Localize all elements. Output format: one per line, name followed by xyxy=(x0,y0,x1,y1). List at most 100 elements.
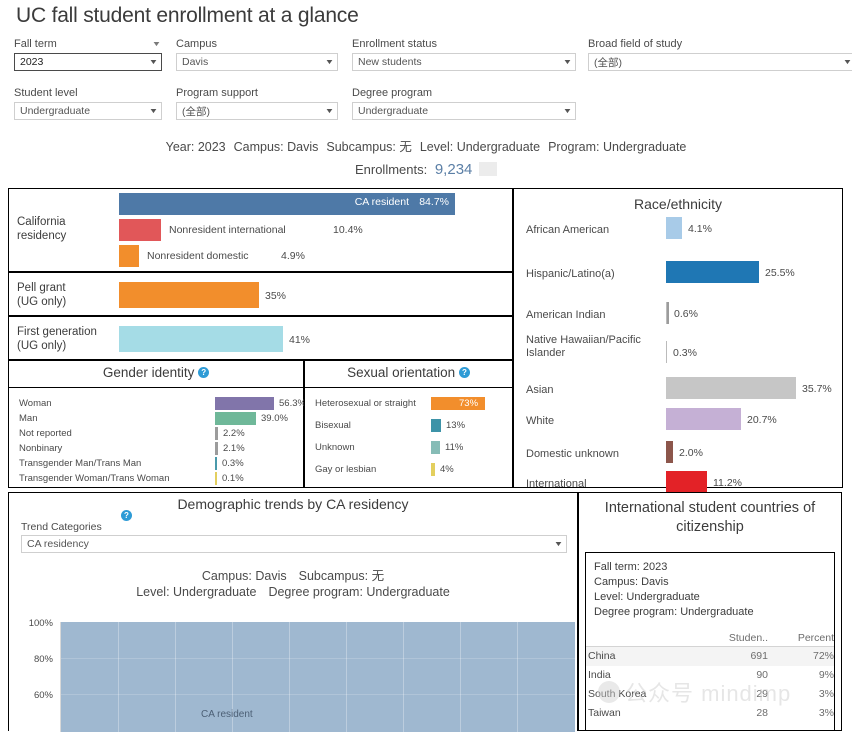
race-row-bar xyxy=(666,302,669,324)
race-row-value: 0.6% xyxy=(674,308,698,320)
cell-students: 29 xyxy=(696,685,768,704)
trends-subtitle-item: Subcampus: 无 xyxy=(299,569,384,583)
trend-categories-text: Trend Categories xyxy=(21,521,102,533)
filter-label: Fall term ▼ xyxy=(14,38,162,51)
list-item: Woman 56.3% xyxy=(9,396,303,411)
column-header-students: Studen.. xyxy=(696,632,768,644)
mini-row-label: Not reported xyxy=(19,426,72,441)
first-generation-panel: First generation(UG only) 41% xyxy=(8,316,513,360)
help-icon[interactable]: ? xyxy=(121,510,132,521)
first-generation-label: First generation(UG only) xyxy=(17,325,97,353)
mini-row-label: Transgender Man/Trans Man xyxy=(19,456,141,471)
gender-identity-header: Gender identity ? xyxy=(9,361,303,388)
filter-select[interactable]: (全部) ▼ xyxy=(176,102,338,120)
race-row-label: Domestic unknown xyxy=(526,448,619,461)
demographic-trends-panel: Demographic trends by CA residency Trend… xyxy=(8,492,578,731)
international-context-line: Level: Undergraduate xyxy=(594,590,834,605)
residency-bar-label: CA resident xyxy=(355,196,409,208)
table-header-row: Studen.. Percent xyxy=(586,632,834,647)
international-countries-title: International student countries of citiz… xyxy=(579,493,841,542)
filter-label: Student level xyxy=(14,87,162,100)
trend-categories-select[interactable]: CA residency ▼ xyxy=(21,535,567,553)
mini-row-bar xyxy=(215,427,218,440)
chevron-down-icon: ▼ xyxy=(325,108,335,115)
international-countries-body: Fall term: 2023Campus: DavisLevel: Under… xyxy=(585,552,835,730)
filter-label: Enrollment status xyxy=(352,38,576,51)
race-row-bar xyxy=(666,441,673,463)
mini-row-value: 39.0% xyxy=(261,411,288,426)
mini-row-label: Transgender Woman/Trans Woman xyxy=(19,471,169,486)
race-row-value: 11.2% xyxy=(713,477,742,489)
mini-row-value: 2.2% xyxy=(223,426,245,441)
sexual-orientation-header: Sexual orientation ? xyxy=(305,361,512,388)
list-item: Heterosexual or straight 73% xyxy=(305,396,512,411)
filter-select[interactable]: Undergraduate ▼ xyxy=(14,102,162,120)
filter-label: Degree program xyxy=(352,87,576,100)
race-row-value: 25.5% xyxy=(765,267,795,279)
filter-select[interactable]: Davis ▼ xyxy=(176,53,338,71)
trends-series-label: CA resident xyxy=(201,709,253,720)
filter-degree-program: Degree program Undergraduate ▼ xyxy=(352,87,576,120)
chevron-down-icon: ▼ xyxy=(149,108,159,115)
mini-row-bar xyxy=(431,419,441,432)
chevron-down-icon: ▼ xyxy=(554,541,564,548)
residency-bar xyxy=(119,245,139,267)
mini-row-value: 0.1% xyxy=(222,471,244,486)
enrollments-highlight xyxy=(479,162,497,176)
context-item: Campus: Davis xyxy=(234,140,319,154)
residency-bar-value: 4.9% xyxy=(281,250,305,262)
filter-value: New students xyxy=(358,56,422,68)
cell-percent: 3% xyxy=(768,685,834,704)
enrollments-label: Enrollments: xyxy=(355,162,427,177)
residency-bar-value: 84.7% xyxy=(419,196,449,208)
filter-enrollment-status: Enrollment status New students ▼ xyxy=(352,38,576,71)
race-row-bar xyxy=(666,341,668,363)
context-item: Level: Undergraduate xyxy=(420,140,540,154)
mini-row-label: Gay or lesbian xyxy=(315,462,376,477)
context-item: Year: 2023 xyxy=(166,140,226,154)
chevron-down-icon[interactable]: ▼ xyxy=(152,38,162,51)
cell-percent: 9% xyxy=(768,666,834,685)
chevron-down-icon: ▼ xyxy=(563,59,573,66)
table-row[interactable]: South Korea 29 3% xyxy=(586,685,834,704)
mini-row-value: 4% xyxy=(440,462,454,477)
race-row-bar xyxy=(666,217,682,239)
mini-row-label: Heterosexual or straight xyxy=(315,396,416,411)
trends-plot-area: CA resident xyxy=(61,622,575,732)
table-row[interactable]: Taiwan 28 3% xyxy=(586,704,834,723)
filter-select[interactable]: 2023 ▼ xyxy=(14,53,162,71)
mini-row-bar xyxy=(215,412,256,425)
chevron-down-icon: ▼ xyxy=(563,108,573,115)
race-row-label: Native Hawaiian/PacificIslander xyxy=(526,334,641,360)
mini-row-value: 11% xyxy=(445,440,463,455)
first-generation-value: 41% xyxy=(289,334,310,346)
help-icon[interactable]: ? xyxy=(459,367,470,378)
race-row-bar xyxy=(666,471,707,493)
california-residency-label: Californiaresidency xyxy=(17,215,66,243)
cell-students: 28 xyxy=(696,704,768,723)
table-row[interactable]: India 90 9% xyxy=(586,666,834,685)
filter-select[interactable]: New students ▼ xyxy=(352,53,576,71)
mini-row-value: 0.3% xyxy=(222,456,244,471)
list-item: Transgender Woman/Trans Woman 0.1% xyxy=(9,471,303,486)
international-context-line: Fall term: 2023 xyxy=(594,560,834,575)
filter-select[interactable]: (全部) ▼ xyxy=(588,53,852,71)
filter-label: Broad field of study xyxy=(588,38,852,51)
race-row-bar xyxy=(666,261,759,283)
table-row[interactable]: China 691 72% xyxy=(586,647,834,666)
enrollments-summary: Enrollments: 9,234 xyxy=(0,161,852,178)
race-row-label: American Indian xyxy=(526,309,606,322)
cell-students: 691 xyxy=(696,647,768,666)
international-table: Studen.. Percent China 691 72% India 90 … xyxy=(586,632,834,723)
gender-identity-title: Gender identity xyxy=(103,365,195,380)
race-row-bar xyxy=(666,377,796,399)
list-item: Transgender Man/Trans Man 0.3% xyxy=(9,456,303,471)
race-ethnicity-title: Race/ethnicity xyxy=(514,189,842,212)
filter-select[interactable]: Undergraduate ▼ xyxy=(352,102,576,120)
mini-row-label: Bisexual xyxy=(315,418,351,433)
race-row-bar xyxy=(666,408,741,430)
race-row-label: White xyxy=(526,415,554,428)
list-item: Unknown 11% xyxy=(305,440,512,455)
race-row-value: 35.7% xyxy=(802,383,832,395)
help-icon[interactable]: ? xyxy=(198,367,209,378)
